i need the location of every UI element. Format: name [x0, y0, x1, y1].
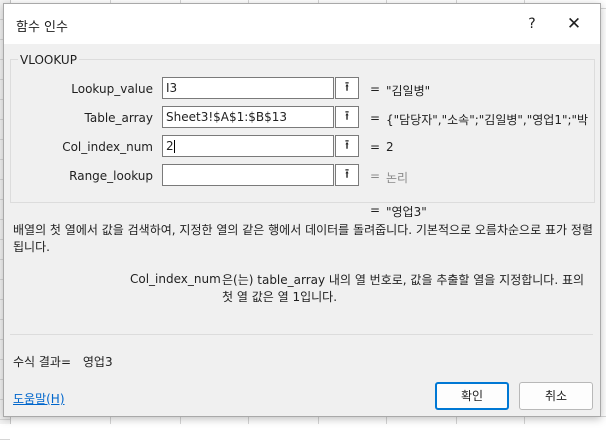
close-icon[interactable]: ✕	[562, 12, 586, 36]
formula-result-value: 영업3	[82, 355, 113, 369]
current-arg-description: 은(는) table_array 내의 열 번호로, 값을 추출할 열을 지정합…	[222, 273, 585, 304]
function-result-value: "영업3"	[386, 205, 427, 219]
collapse-arrow-icon[interactable]: ⭱	[335, 106, 359, 128]
arg-result-col-index-num: 2	[386, 140, 394, 154]
current-arg-name: Col_index_num	[130, 272, 221, 286]
col-index-num-value: 2	[166, 139, 174, 153]
lookup-value-input[interactable]: I3	[162, 77, 334, 99]
equals-sign: =	[370, 111, 381, 125]
divider	[10, 334, 593, 335]
text-caret	[173, 140, 175, 153]
ok-button[interactable]: 확인	[435, 382, 509, 410]
arg-label-table-array: Table_array	[84, 111, 154, 125]
formula-result: 수식 결과= 영업3	[13, 353, 113, 370]
table-array-input[interactable]: Sheet3!$A$1:$B$13	[162, 106, 334, 128]
range-lookup-input[interactable]	[162, 164, 334, 186]
equals-sign: =	[370, 203, 381, 217]
arg-result-lookup-value: "김일병"	[386, 84, 431, 98]
collapse-arrow-icon[interactable]: ⭱	[335, 164, 359, 186]
collapse-arrow-icon[interactable]: ⭱	[335, 77, 359, 99]
function-name: VLOOKUP	[18, 53, 79, 67]
equals-sign: =	[370, 169, 381, 183]
function-arguments-dialog: 함수 인수 ? ✕ VLOOKUP Lookup_value I3 ⭱ = "김…	[3, 3, 601, 417]
dialog-title: 함수 인수	[16, 20, 68, 35]
arg-result-range-lookup: 논리	[386, 171, 409, 185]
col-index-num-input[interactable]: 2	[162, 135, 334, 157]
arg-result-table-array: {"담당자","소속";"김일병","영업1";"박ㅊ	[386, 113, 590, 127]
equals-sign: =	[370, 140, 381, 154]
arg-label-range-lookup: Range_lookup	[69, 169, 153, 183]
formula-result-label: 수식 결과=	[13, 355, 72, 369]
arg-label-col-index-num: Col_index_num	[62, 140, 153, 154]
function-description: 배열의 첫 열에서 값을 검색하여, 지정한 열의 같은 행에서 데이터를 돌려…	[13, 223, 593, 254]
collapse-arrow-icon[interactable]: ⭱	[335, 135, 359, 157]
help-question-icon[interactable]: ?	[520, 12, 544, 36]
equals-sign: =	[370, 82, 381, 96]
help-link[interactable]: 도움말(H)	[13, 390, 65, 407]
cancel-button[interactable]: 취소	[519, 382, 593, 410]
dialog-titlebar[interactable]: 함수 인수 ? ✕	[4, 4, 600, 44]
arg-label-lookup-value: Lookup_value	[71, 82, 153, 96]
